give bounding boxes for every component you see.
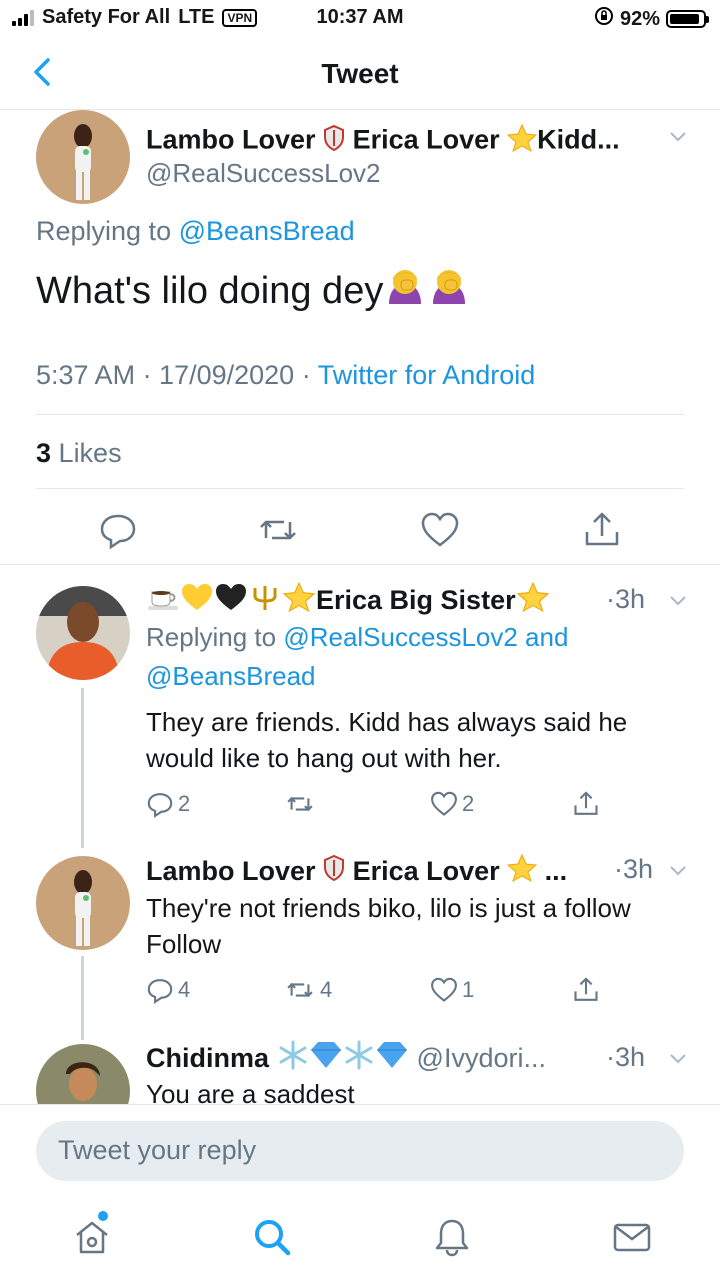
- tab-messages[interactable]: [612, 1217, 652, 1257]
- author-name[interactable]: Lambo Lover Erica Lover ...: [146, 853, 567, 889]
- battery-percent: 92%: [619, 7, 660, 30]
- diamond-emoji-icon: [309, 1040, 343, 1077]
- reply-button[interactable]: [98, 510, 138, 550]
- like-button[interactable]: 2: [430, 790, 474, 818]
- share-button[interactable]: [572, 976, 600, 1004]
- status-bar: Safety For All LTE VPN 10:37 AM 92%: [0, 0, 720, 38]
- notification-dot: [98, 1211, 108, 1221]
- snowflake-emoji-icon: [277, 1040, 309, 1077]
- tweet-text: What's lilo doing dey: [36, 266, 471, 316]
- bell-icon: [435, 1219, 469, 1257]
- star-emoji-icon: [506, 123, 538, 159]
- thread-line: [81, 688, 84, 848]
- timestamp: 5:37 AM · 17/09/2020 ·: [36, 360, 318, 390]
- retweet-icon: [287, 982, 313, 998]
- chevron-down-icon[interactable]: [668, 588, 688, 614]
- retweet-button[interactable]: [284, 790, 320, 818]
- reply-button[interactable]: 4: [146, 976, 190, 1004]
- chevron-down-icon[interactable]: [668, 124, 688, 150]
- battery-icon: [666, 10, 709, 28]
- share-button[interactable]: [572, 790, 600, 818]
- like-button[interactable]: 1: [430, 976, 474, 1004]
- reply-icon: [147, 793, 173, 818]
- chevron-down-icon[interactable]: [668, 1046, 688, 1072]
- replying-to: Replying to @BeansBread: [36, 216, 355, 246]
- author-handle: @Ivydori...: [416, 1043, 546, 1073]
- heart-icon: [431, 977, 457, 1002]
- divider: [0, 564, 720, 565]
- reply-tweet[interactable]: Chidinma @Ivydori... ·3h You are a sadde…: [0, 1028, 720, 1104]
- search-icon: [255, 1220, 291, 1256]
- heart-icon: [421, 512, 459, 547]
- retweet-icon: [260, 520, 296, 540]
- reply-icon: [147, 979, 173, 1004]
- share-icon: [574, 791, 598, 815]
- reply-button[interactable]: 2: [146, 790, 190, 818]
- facepalm-emoji-icon: [383, 266, 427, 316]
- tweet-time: ·3h: [614, 854, 654, 884]
- star-emoji-icon: [506, 853, 538, 889]
- star-emoji-icon: [282, 581, 316, 619]
- reply-compose-input[interactable]: Tweet your reply: [36, 1121, 684, 1181]
- divider: [36, 414, 684, 415]
- bottom-bar: Tweet your reply: [0, 1104, 720, 1280]
- tab-home[interactable]: [72, 1217, 112, 1257]
- author-handle[interactable]: @RealSuccessLov2: [146, 158, 381, 189]
- tweet-meta: 5:37 AM · 17/09/2020 · Twitter for Andro…: [36, 360, 535, 391]
- avatar[interactable]: [36, 1044, 130, 1104]
- tweet-text: You are a saddest: [146, 1079, 355, 1104]
- reply-target-link[interactable]: @BeansBread: [179, 216, 355, 246]
- share-button[interactable]: [582, 510, 622, 550]
- avatar[interactable]: [36, 856, 130, 950]
- avatar[interactable]: [36, 110, 130, 204]
- facepalm-emoji-icon: [427, 266, 471, 316]
- yellow-heart-emoji-icon: [180, 582, 214, 619]
- tweet-text: They're not friends biko, lilo is just a…: [146, 893, 631, 959]
- reply-icon: [100, 514, 136, 550]
- page-title: Tweet: [321, 58, 399, 89]
- likes-summary[interactable]: 3 Likes: [36, 438, 122, 469]
- trident-emoji-icon: [248, 582, 282, 619]
- shield-emoji-icon: [323, 124, 345, 158]
- tweet-time: ·3h: [606, 584, 646, 614]
- chevron-down-icon[interactable]: [668, 858, 688, 884]
- tweet-time: ·3h: [606, 1042, 646, 1072]
- share-icon: [585, 512, 619, 546]
- heart-icon: [431, 791, 457, 816]
- coffee-emoji-icon: [146, 582, 180, 619]
- retweet-icon: [287, 796, 313, 812]
- diamond-emoji-icon: [375, 1040, 409, 1077]
- like-button[interactable]: [420, 510, 460, 550]
- nav-bar: Tweet: [0, 38, 720, 110]
- star-emoji-icon: [516, 581, 550, 619]
- replying-to: Replying to @RealSuccessLov2 and @BeansB…: [146, 622, 569, 691]
- tab-search[interactable]: [252, 1217, 292, 1257]
- divider: [36, 488, 684, 489]
- shield-emoji-icon: [323, 854, 345, 888]
- orientation-lock-icon: [594, 6, 614, 32]
- home-icon: [76, 1221, 108, 1254]
- source-link[interactable]: Twitter for Android: [318, 360, 536, 390]
- retweet-button[interactable]: [258, 510, 298, 550]
- tweet-text: They are friends. Kidd has always said h…: [146, 707, 628, 773]
- avatar[interactable]: [36, 586, 130, 680]
- mail-icon: [613, 1223, 651, 1252]
- tab-notifications[interactable]: [432, 1217, 472, 1257]
- snowflake-emoji-icon: [343, 1040, 375, 1077]
- retweet-button[interactable]: 4: [284, 976, 332, 1004]
- tweet-actions: [0, 510, 720, 550]
- tweet-actions: 2 2: [146, 790, 616, 820]
- black-heart-emoji-icon: [214, 582, 248, 619]
- author-name[interactable]: Erica Big Sister: [146, 581, 550, 619]
- share-icon: [574, 977, 598, 1001]
- tweet-actions: 4 4 1: [146, 976, 616, 1006]
- author-name[interactable]: Chidinma @Ivydori...: [146, 1040, 546, 1077]
- author-name[interactable]: Lambo Lover Erica Lover Kidd...: [146, 123, 620, 159]
